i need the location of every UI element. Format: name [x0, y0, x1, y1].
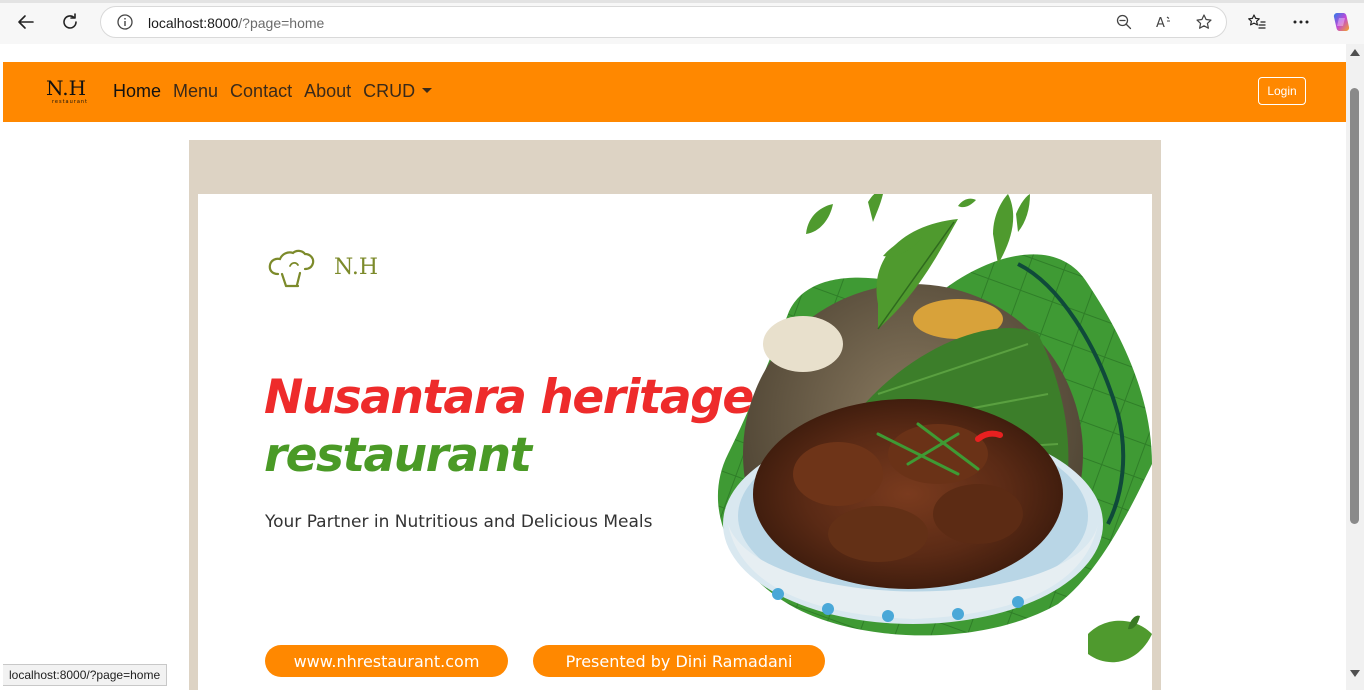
vertical-scrollbar[interactable]	[1346, 44, 1364, 690]
nav-link-about[interactable]: About	[304, 80, 351, 102]
hero-title-line-2: restaurant	[264, 428, 532, 483]
svg-text:A: A	[1156, 16, 1165, 31]
brand-main-text: N.H	[46, 76, 87, 100]
caret-down-icon	[422, 87, 433, 93]
tab-strip-edge	[0, 0, 1364, 3]
nav-dropdown-crud[interactable]: CRUD	[363, 80, 433, 102]
scroll-thumb[interactable]	[1350, 88, 1359, 524]
url-path: /?page=home	[238, 15, 325, 31]
rendang-dish-image	[717, 194, 1152, 663]
brand-sub-text: restaurant	[51, 99, 89, 105]
reload-icon	[63, 13, 77, 29]
copilot-icon	[1333, 13, 1350, 31]
browser-toolbar: localhost:8000/?page=home A	[0, 0, 1364, 44]
scroll-down-arrow-icon[interactable]	[1350, 670, 1360, 677]
link-status-bar: localhost:8000/?page=home	[3, 664, 168, 686]
hero-tagline: Your Partner in Nutritious and Delicious…	[265, 512, 653, 532]
favorites-list-icon	[1248, 14, 1266, 29]
back-arrow-icon	[18, 15, 34, 29]
url-host: localhost:8000	[148, 15, 239, 31]
url-text[interactable]: localhost:8000/?page=home	[148, 15, 324, 31]
favorite-star-icon[interactable]	[1193, 11, 1215, 33]
scroll-up-arrow-icon[interactable]	[1350, 49, 1360, 56]
event-date: Jan, 2025	[997, 653, 1087, 673]
nav-links: Home Menu Contact About CRUD	[113, 80, 444, 102]
nav-link-menu[interactable]: Menu	[173, 80, 218, 102]
hero-banner-frame: N.H Nusantara heritage restaurant Your P…	[189, 140, 1161, 690]
nav-link-contact[interactable]: Contact	[230, 80, 292, 102]
nav-link-home[interactable]: Home	[113, 80, 161, 102]
hero-logo-text: N.H	[334, 254, 379, 280]
back-button[interactable]	[13, 9, 39, 35]
website-badge: www.nhrestaurant.com	[265, 645, 508, 677]
copilot-button[interactable]	[1329, 9, 1355, 35]
hero-logo: N.H	[268, 246, 378, 288]
ellipsis-icon	[1293, 20, 1309, 24]
chef-hat-icon	[268, 249, 315, 288]
favorites-button[interactable]	[1244, 9, 1270, 35]
site-info-icon[interactable]	[114, 11, 136, 33]
more-options-button[interactable]	[1288, 9, 1314, 35]
page-viewport: N.H restaurant Home Menu Contact About C…	[3, 44, 1346, 690]
login-button[interactable]: Login	[1258, 77, 1306, 105]
hero-banner: N.H Nusantara heritage restaurant Your P…	[198, 194, 1152, 690]
address-bar[interactable]: localhost:8000/?page=home A	[100, 6, 1227, 38]
navbar: N.H restaurant Home Menu Contact About C…	[3, 62, 1346, 122]
nav-dropdown-label: CRUD	[363, 81, 416, 101]
brand-logo[interactable]: N.H restaurant	[46, 78, 94, 110]
reload-button[interactable]	[57, 9, 83, 35]
zoom-icon[interactable]	[1113, 11, 1135, 33]
read-aloud-icon[interactable]: A	[1153, 11, 1175, 33]
